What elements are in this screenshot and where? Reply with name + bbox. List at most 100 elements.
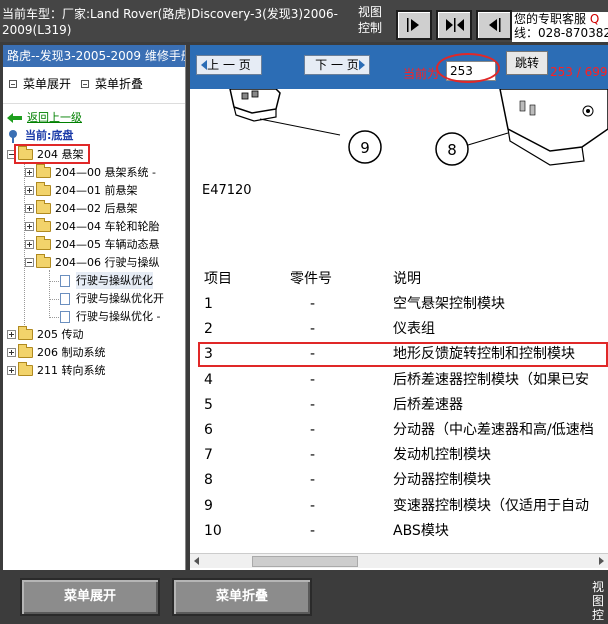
cell-part-number: - [310, 447, 316, 464]
sidebar-expand-all[interactable]: 菜单展开 [9, 75, 71, 92]
tree-doc-label: 行驶与操纵优化开 [76, 292, 164, 305]
cell-description: 发动机控制模块 [393, 447, 491, 464]
customer-service-box: 您的专职客服 Q 线：028-870382 [512, 12, 608, 42]
prev-page-button[interactable]: 上 一 页 [196, 55, 262, 75]
table-row: 9 - 变速器控制模块（仅适用于自动 [190, 494, 608, 519]
table-row: 2 - 仪表组 [190, 317, 608, 342]
folder-icon [36, 218, 51, 232]
service-qq-link[interactable]: Q [590, 12, 599, 26]
expand-toggle-icon[interactable] [7, 330, 16, 339]
tree-node-204-06[interactable]: 204—06 行驶与操纵 [25, 254, 160, 271]
jump-button[interactable]: 跳转 [506, 51, 548, 75]
folder-icon [18, 362, 33, 376]
table-row: 4 - 后桥差速器控制模块（如果已安 [190, 368, 608, 393]
document-icon [60, 274, 70, 287]
expand-toggle-icon[interactable] [7, 366, 16, 375]
expand-toggle-icon[interactable] [25, 186, 34, 195]
tree-guide [49, 281, 59, 282]
tree-node-label: 204—00 悬架系统 - [55, 166, 156, 179]
pager-bar: 上 一 页 下 一 页 当前为 跳转 253 / 699 [190, 45, 608, 89]
cell-part-number: - [310, 396, 316, 413]
table-row: 6 - 分动器（中心差速器和高/低速档 [190, 418, 608, 443]
document-icon [60, 292, 70, 305]
sidebar-collapse-all[interactable]: 菜单折叠 [81, 75, 143, 92]
back-link[interactable]: 返回上一级 [7, 109, 82, 126]
scroll-right-icon[interactable] [599, 557, 604, 565]
expand-toggle-icon[interactable] [25, 222, 34, 231]
tree-node-label: 204—01 前悬架 [55, 184, 138, 197]
tree-node-204-02[interactable]: 204—02 后悬架 [25, 200, 138, 217]
panel-left-button[interactable] [476, 10, 512, 40]
table-row: 5 - 后桥差速器 [190, 393, 608, 418]
service-label: 您的专职客服 [514, 12, 590, 26]
callout-number: 8 [447, 141, 457, 159]
document-icon [60, 310, 70, 323]
header-item: 项目 [204, 271, 232, 287]
collapse-toggle-icon[interactable] [25, 258, 34, 267]
expand-toggle-icon[interactable] [25, 240, 34, 249]
prev-page-label: 上 一 页 [207, 58, 251, 72]
page-content: 9 8 E47120 项目 零件号 说明 1- 空气悬架控制模块 2- 仪表组 3- 地形… [190, 89, 608, 555]
tree-node-211[interactable]: 211 转向系统 [7, 362, 106, 379]
tree-guide [49, 317, 59, 318]
sidebar-divider [3, 103, 185, 104]
cell-item: 9 [204, 497, 213, 514]
tree-node-label: 204—02 后悬架 [55, 202, 138, 215]
header-part-number: 零件号 [290, 271, 332, 287]
expand-toggle-icon[interactable] [25, 168, 34, 177]
service-phone: 线：028-870382 [514, 26, 608, 40]
back-link-label: 返回上一级 [27, 111, 82, 124]
current-page-label: 当前为 [403, 67, 440, 81]
cell-item: 7 [204, 447, 213, 464]
back-arrow-icon [7, 112, 22, 123]
tree-node-204-05[interactable]: 204—05 车辆动态悬 [25, 236, 160, 253]
panel-right-button[interactable] [396, 10, 432, 40]
tree-doc-label: 行驶与操纵优化 [76, 272, 153, 289]
cell-item: 6 [204, 422, 213, 438]
sidebar: 路虎--发现3-2005-2009 维修手册 菜单展开 菜单折叠 返回上一级 当… [3, 45, 186, 570]
current-category: 当前:底盘 [7, 127, 73, 144]
tree-node-204-04[interactable]: 204—04 车轮和轮胎 [25, 218, 160, 235]
cell-part-number: - [310, 321, 316, 338]
next-page-button[interactable]: 下 一 页 [304, 55, 370, 75]
triangle-left-icon [201, 60, 207, 70]
cell-item: 8 [204, 472, 213, 489]
view-control-label[interactable]: 视图控制 [358, 4, 388, 36]
expand-toggle-icon[interactable] [25, 204, 34, 213]
horizontal-scrollbar[interactable] [190, 553, 608, 568]
tree-node-205[interactable]: 205 传动 [7, 326, 84, 343]
cell-item: 4 [204, 371, 213, 388]
folder-icon [18, 344, 33, 358]
cell-item: 10 [204, 522, 222, 539]
tree-node-label: 206 制动系统 [37, 346, 106, 359]
scroll-left-icon[interactable] [194, 557, 199, 565]
arrow-left-icon [489, 18, 501, 32]
tree-node-204-01[interactable]: 204—01 前悬架 [25, 182, 138, 199]
tree-doc-label: 行驶与操纵优化 - [76, 310, 161, 323]
top-bar: 当前车型：厂家:Land Rover(路虎)Discovery-3(发现3)20… [0, 0, 608, 42]
tree-node-206[interactable]: 206 制动系统 [7, 344, 106, 361]
tree-guide [49, 299, 59, 300]
current-vehicle-label: 当前车型：厂家:Land Rover(路虎)Discovery-3(发现3)20… [2, 7, 338, 37]
scroll-thumb[interactable] [252, 556, 358, 567]
view-control-label-bottom[interactable]: 视图控 [592, 580, 608, 622]
header-description: 说明 [393, 271, 421, 287]
tree-node-204-00[interactable]: 204—00 悬架系统 - [25, 164, 156, 181]
cell-description: 分动器（中心差速器和高/低速档 [393, 422, 594, 438]
expand-toggle-icon[interactable] [7, 348, 16, 357]
sidebar-toolbar: 菜单展开 菜单折叠 [3, 75, 185, 92]
tree-doc-item-2[interactable]: 行驶与操纵优化开 [60, 290, 164, 307]
figure-code: E47120 [202, 183, 252, 198]
sidebar-title: 路虎--发现3-2005-2009 维修手册 [3, 45, 185, 67]
cell-description: 后桥差速器 [393, 396, 463, 413]
tree-doc-item-3[interactable]: 行驶与操纵优化 - [60, 308, 160, 325]
panel-split-button[interactable] [436, 10, 472, 40]
menu-collapse-button[interactable]: 菜单折叠 [172, 578, 312, 616]
document-viewer: 上 一 页 下 一 页 当前为 跳转 253 / 699 [190, 45, 608, 570]
sidebar-collapse-label: 菜单折叠 [95, 77, 144, 91]
cell-description: 仪表组 [393, 321, 435, 338]
folder-icon [36, 200, 51, 214]
tree-node-label: 204—06 行驶与操纵 [55, 256, 160, 269]
menu-expand-button[interactable]: 菜单展开 [20, 578, 160, 616]
tree-doc-item-1[interactable]: 行驶与操纵优化 [60, 272, 153, 289]
